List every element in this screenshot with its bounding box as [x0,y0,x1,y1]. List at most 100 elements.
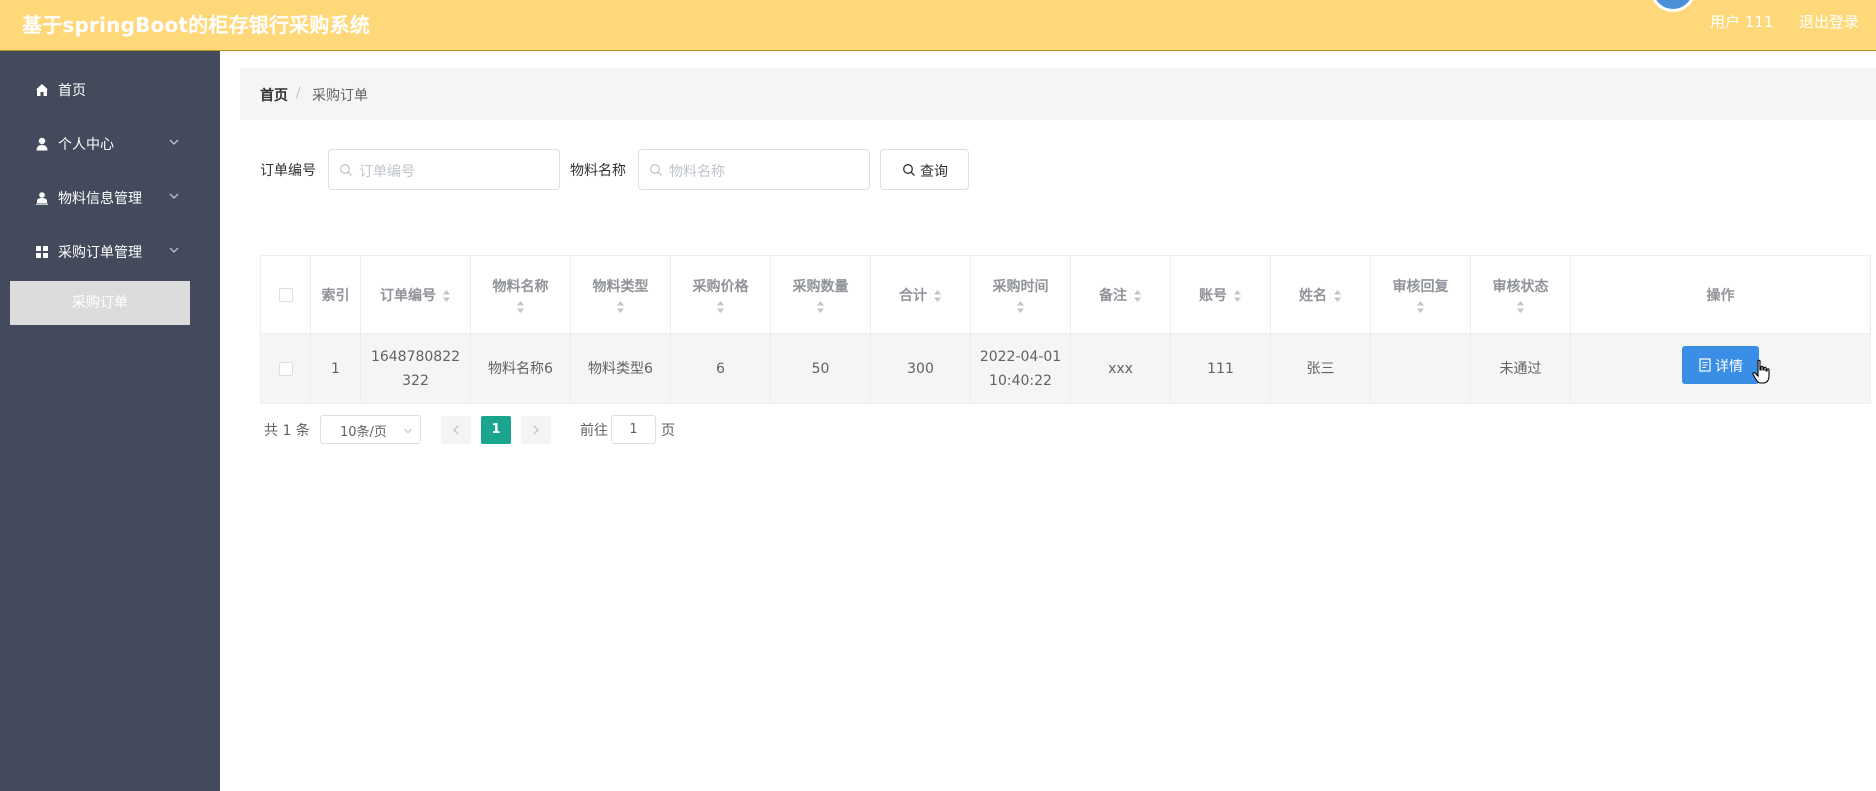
chevron-down-icon [404,428,412,434]
cell-review-status: 未通过 [1470,333,1571,404]
page-size-select[interactable]: 10条/页 [320,415,421,444]
column-header-sortable[interactable]: 物料类型 [570,255,671,334]
chevron-down-icon [169,139,179,145]
next-page-button[interactable] [521,416,551,444]
chevron-down-icon [169,193,179,199]
column-header-sortable[interactable]: 采购数量 [770,255,871,334]
cell-order-no: 1648780822 322 [360,333,471,404]
cell-name: 张三 [1270,333,1371,404]
column-header-sortable[interactable]: 审核回复 [1370,255,1471,334]
user-icon [36,137,48,151]
sidebar-subitem-purchase-order[interactable]: 采购订单 [10,281,190,325]
breadcrumb: 首页 / 采购订单 [240,68,1876,120]
column-header-sortable[interactable]: 采购价格 [670,255,771,334]
column-header-label: 姓名 [1299,287,1327,304]
sidebar-item-purchase-order-mgmt[interactable]: 采购订单管理 [0,225,220,279]
top-header: 基于springBoot的柜存银行采购系统 用户 111 退出登录 [0,0,1876,51]
order-no-placeholder: 订单编号 [359,164,415,180]
search-icon [903,164,915,176]
column-header-label: 物料名称 [492,278,549,295]
column-header-sortable[interactable]: 物料名称 [470,255,571,334]
column-header-sortable[interactable]: 合计 [870,255,971,334]
prev-page-button[interactable] [441,416,471,444]
purchase-order-table: 索引 订单编号 物料名称 物料类型 采购价格 采购数量 合计 采购时间 备注 账… [260,255,1871,404]
material-name-input[interactable]: 物料名称 [638,149,870,190]
goto-page-input[interactable]: 1 [611,415,656,444]
column-header-label: 订单编号 [380,287,436,304]
breadcrumb-separator: / [296,85,301,101]
app-title: 基于springBoot的柜存银行采购系统 [22,13,370,37]
cell-index: 1 [310,333,361,404]
sort-icon[interactable] [1233,289,1242,303]
column-header-sortable[interactable]: 采购时间 [970,255,1071,334]
column-header-sortable[interactable]: 账号 [1170,255,1271,334]
detail-button[interactable]: 详情 [1682,345,1759,384]
column-header-sortable[interactable]: 订单编号 [360,255,471,334]
breadcrumb-current: 采购订单 [312,88,368,104]
order-no-input[interactable]: 订单编号 [328,149,560,190]
column-header: 索引 [310,255,361,334]
column-header-label: 索引 [321,287,350,304]
sort-icon[interactable] [1333,289,1342,303]
sort-icon[interactable] [1016,300,1025,314]
cell-price: 6 [670,333,771,404]
query-button[interactable]: 查询 [880,149,969,190]
sort-icon[interactable] [442,289,451,303]
query-button-label: 查询 [920,164,948,180]
cell-quantity: 50 [770,333,871,404]
cell-total: 300 [870,333,971,404]
row-checkbox[interactable] [278,361,293,376]
column-header-label: 采购价格 [692,278,749,295]
time-clock: 10:40:22 [989,372,1052,389]
cell-remark: xxx [1070,333,1171,404]
column-header-sortable[interactable]: 姓名 [1270,255,1371,334]
document-icon [1699,357,1711,372]
page-number-current[interactable]: 1 [481,416,511,444]
column-header-label: 审核状态 [1492,278,1549,295]
select-all-checkbox[interactable] [278,287,293,302]
sort-icon[interactable] [1516,300,1525,314]
current-user: 用户 111 [1710,13,1774,31]
select-all-cell [260,255,311,334]
sidebar-item-material-info[interactable]: 物料信息管理 [0,171,220,225]
sidebar-item-personal-center[interactable]: 个人中心 [0,117,220,171]
cell-material-name: 物料名称6 [470,333,571,404]
avatar[interactable] [1650,0,1696,12]
material-name-placeholder: 物料名称 [669,164,725,180]
home-icon [36,84,48,96]
sidebar-item-label: 物料信息管理 [58,191,142,207]
column-header-sortable[interactable]: 审核状态 [1470,255,1571,334]
sidebar-item-label: 采购订单管理 [58,245,142,261]
sort-icon[interactable] [1133,289,1142,303]
column-header-label: 账号 [1199,287,1227,304]
search-icon [650,164,662,176]
sort-icon[interactable] [716,300,725,314]
cell-actions: 详情 [1570,333,1871,404]
detail-button-label: 详情 [1715,358,1743,375]
sort-icon[interactable] [816,300,825,314]
column-header-label: 物料类型 [592,278,649,295]
order-no-label: 订单编号 [260,163,316,179]
time-date: 2022-04-01 [979,348,1062,365]
pagination-total: 共 1 条 [264,423,310,439]
user-card-icon [36,192,48,205]
column-header-sortable[interactable]: 备注 [1070,255,1171,334]
sidebar-item-home[interactable]: 首页 [0,63,220,117]
sort-icon[interactable] [1416,300,1425,314]
goto-label: 前往 [580,423,608,439]
grid-icon [36,246,48,258]
goto-unit-label: 页 [661,423,675,439]
column-header-label: 操作 [1706,287,1735,304]
sort-icon[interactable] [933,289,942,303]
sort-icon[interactable] [516,300,525,314]
sort-icon[interactable] [616,300,625,314]
breadcrumb-home[interactable]: 首页 [260,85,288,105]
sidebar: 首页 个人中心 物料信息管理 采购订单管理 采购订单 [0,51,220,791]
chevron-down-icon [169,247,179,253]
column-header-label: 审核回复 [1392,278,1449,295]
column-header-label: 采购时间 [992,278,1049,295]
logout-link[interactable]: 退出登录 [1799,11,1859,32]
column-header-label: 采购数量 [792,278,849,295]
chevron-left-icon [453,425,459,435]
order-no-line: 1648780822 [370,348,461,365]
